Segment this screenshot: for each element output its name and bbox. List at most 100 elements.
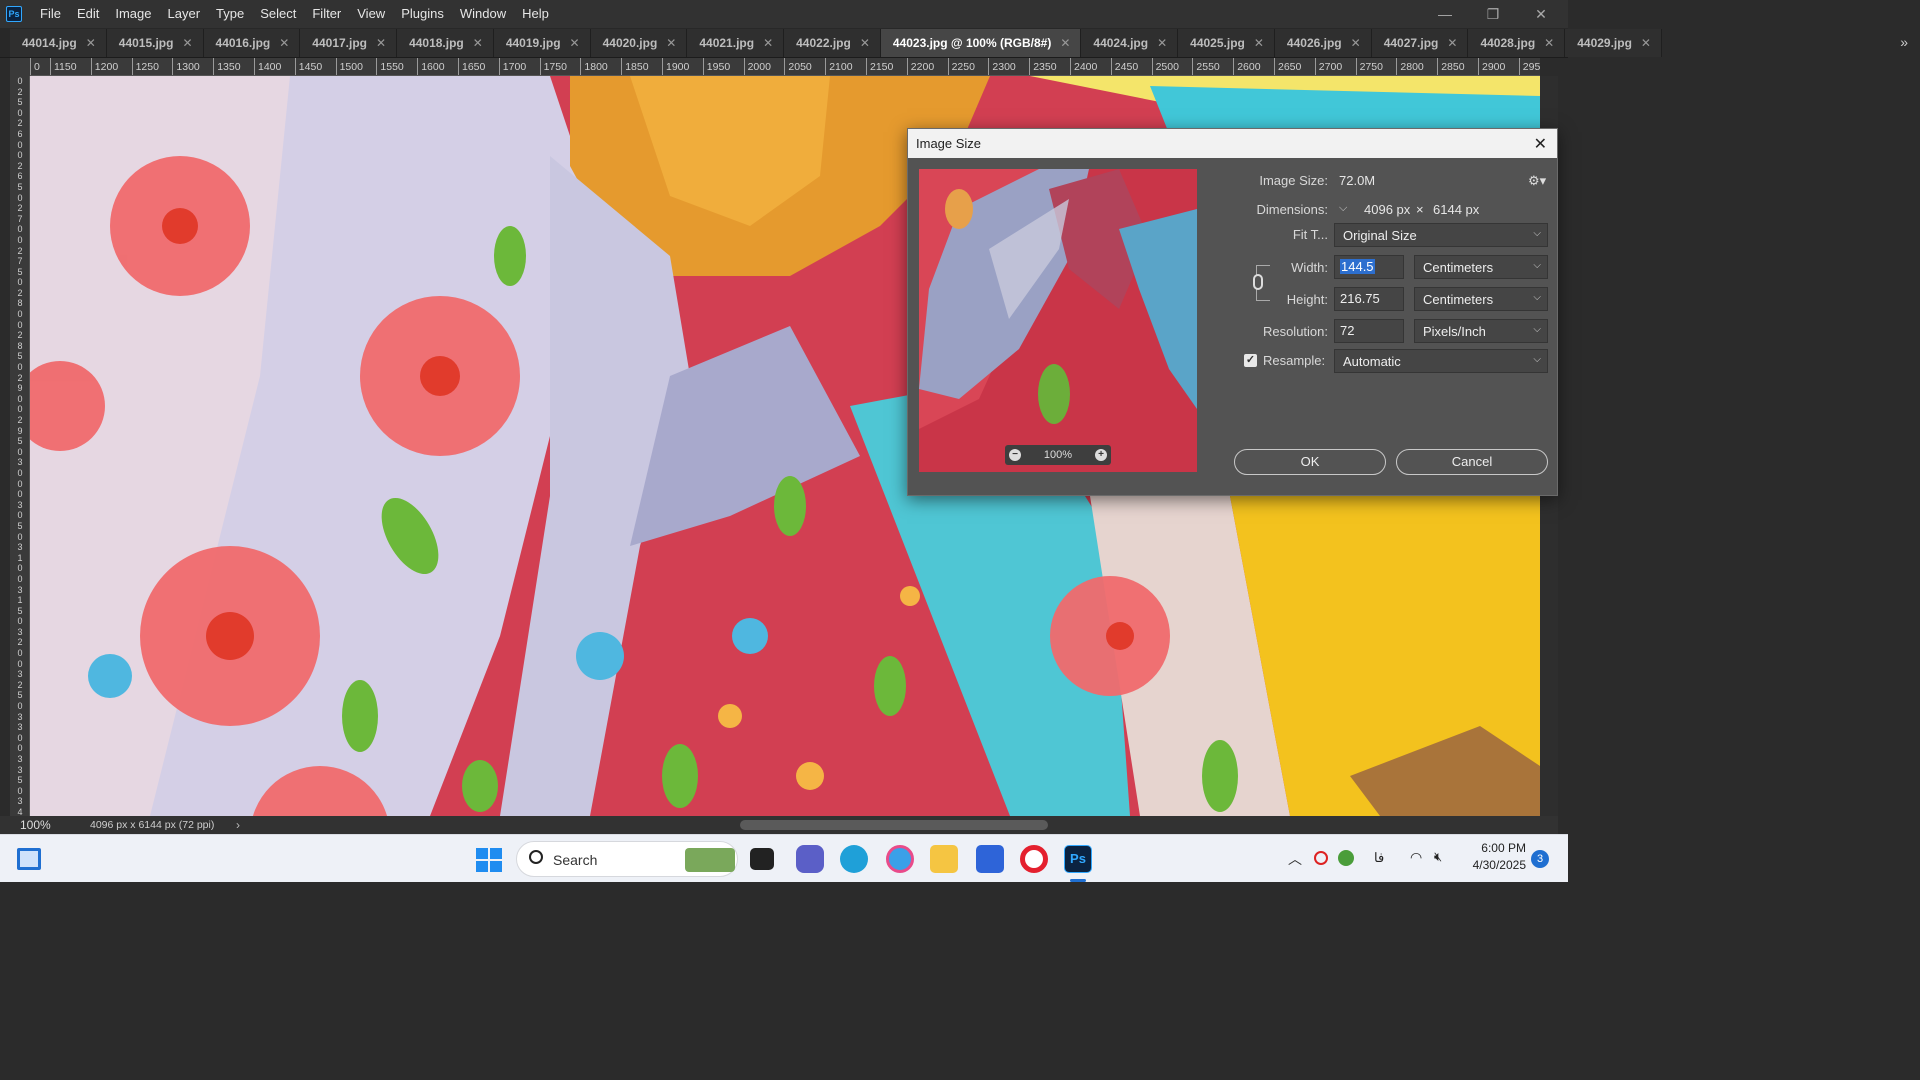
tab-close-icon[interactable]: ✕ [1351,36,1361,50]
clock-time[interactable]: 6:00 PM [1462,841,1526,855]
resolution-input[interactable]: 72 [1334,319,1404,343]
document-tab[interactable]: 44016.jpg ✕ [203,29,301,57]
menu-type[interactable]: Type [208,0,252,28]
tab-close-icon[interactable]: ✕ [376,36,386,50]
task-view-icon[interactable] [750,848,774,870]
minimize-button[interactable]: — [1422,0,1468,28]
document-tab[interactable]: 44014.jpg ✕ [10,29,107,57]
menu-window[interactable]: Window [452,0,514,28]
document-tab[interactable]: 44020.jpg ✕ [590,29,688,57]
document-tab[interactable]: 44018.jpg ✕ [397,29,494,57]
image-preview[interactable]: − 100% + [919,169,1197,472]
document-tab[interactable]: 44023.jpg @ 100% (RGB/8#) ✕ [880,29,1082,57]
opera-icon[interactable] [1020,845,1048,873]
document-tab[interactable]: 44022.jpg ✕ [784,29,881,57]
document-tab[interactable]: 44019.jpg ✕ [493,29,591,57]
menu-edit[interactable]: Edit [69,0,107,28]
preview-zoom-level: 100% [1043,449,1073,461]
document-tab[interactable]: 44027.jpg ✕ [1371,29,1469,57]
resample-checkbox[interactable]: ✓ [1244,354,1257,367]
tab-close-icon[interactable]: ✕ [860,36,870,50]
resample-select[interactable]: Automatic ⌵ [1334,349,1548,373]
file-explorer-icon[interactable] [930,845,958,873]
resolution-unit-select[interactable]: Pixels/Inch ⌵ [1414,319,1548,343]
width-input[interactable]: 144.5 [1334,255,1404,279]
menu-layer[interactable]: Layer [160,0,209,28]
ruler-tick-label: 2450 [1110,58,1138,75]
windows-start-icon[interactable] [476,848,502,872]
resolution-label: Resolution: [1262,324,1328,339]
document-tab[interactable]: 44025.jpg ✕ [1178,29,1275,57]
menu-help[interactable]: Help [514,0,557,28]
clock-date[interactable]: 4/30/2025 [1462,858,1526,872]
tab-close-icon[interactable]: ✕ [570,36,580,50]
tab-label: 44029.jpg [1577,36,1632,50]
volume-muted-icon[interactable]: 🔇︎ [1434,849,1442,865]
tab-close-icon[interactable]: ✕ [1641,36,1651,50]
tab-close-icon[interactable]: ✕ [763,36,773,50]
dimensions-unit-chevron-icon[interactable]: ⌵ [1339,202,1347,215]
menu-view[interactable]: View [349,0,393,28]
document-tab[interactable]: 44021.jpg ✕ [687,29,785,57]
tab-close-icon[interactable]: ✕ [1447,36,1457,50]
ruler-origin[interactable] [10,58,30,76]
tab-close-icon[interactable]: ✕ [1544,36,1554,50]
menu-select[interactable]: Select [252,0,304,28]
fit-to-select[interactable]: Original Size ⌵ [1334,223,1548,247]
widgets-icon[interactable] [17,848,41,870]
ruler-tick-label: 2750 [1355,58,1383,75]
ruler-tick-label: 0 [17,732,23,743]
notification-badge[interactable]: 3 [1531,850,1549,868]
menu-file[interactable]: File [32,0,69,28]
zoom-level[interactable]: 100% [20,818,80,832]
horizontal-scrollbar[interactable] [258,816,1528,834]
tab-close-icon[interactable]: ✕ [1254,36,1264,50]
document-tab[interactable]: 44026.jpg ✕ [1274,29,1372,57]
cancel-button[interactable]: Cancel [1396,449,1548,475]
maximize-button[interactable]: ❐ [1470,0,1516,28]
zoom-out-icon[interactable]: − [1009,449,1021,461]
dialog-titlebar[interactable]: Image Size ✕ [908,129,1557,158]
store-icon[interactable] [976,845,1004,873]
tab-close-icon[interactable]: ✕ [473,36,483,50]
copilot-icon[interactable] [886,845,914,873]
height-unit-select[interactable]: Centimeters ⌵ [1414,287,1548,311]
teams-icon[interactable] [796,845,824,873]
resample-label: Resample: [1263,353,1326,368]
document-tab[interactable]: 44028.jpg ✕ [1468,29,1566,57]
network-globe-icon[interactable] [1338,850,1354,866]
ok-button[interactable]: OK [1234,449,1386,475]
tab-close-icon[interactable]: ✕ [666,36,676,50]
ruler-tick-label: 8 [17,298,23,309]
tab-close-icon[interactable]: ✕ [86,36,96,50]
tab-close-icon[interactable]: ✕ [279,36,289,50]
tab-close-icon[interactable]: ✕ [182,36,192,50]
document-tab[interactable]: 44017.jpg ✕ [300,29,398,57]
tabs-overflow-icon[interactable]: » [1900,34,1908,50]
menu-filter[interactable]: Filter [304,0,349,28]
gear-icon[interactable]: ⚙▾ [1528,173,1546,189]
ruler-tick-label: 2500 [1151,58,1179,75]
search-box[interactable]: Search [516,841,738,877]
document-tab[interactable]: 44024.jpg ✕ [1081,29,1179,57]
close-window-button[interactable]: ✕ [1518,0,1564,28]
horizontal-scroll-thumb[interactable] [740,820,1048,830]
document-tab[interactable]: 44015.jpg ✕ [106,29,204,57]
photoshop-taskbar-icon[interactable]: Ps [1064,845,1092,873]
menu-plugins[interactable]: Plugins [393,0,452,28]
dialog-close-button[interactable]: ✕ [1534,134,1547,154]
tab-close-icon[interactable]: ✕ [1060,36,1070,50]
edge-icon[interactable] [840,845,868,873]
language-indicator[interactable]: فا [1374,850,1384,866]
wifi-icon[interactable]: ◠ [1410,849,1422,866]
status-menu-arrow-icon[interactable]: › [236,818,240,832]
tab-close-icon[interactable]: ✕ [1157,36,1167,50]
height-input[interactable]: 216.75 [1334,287,1404,311]
vpn-icon[interactable] [1314,851,1328,865]
menu-image[interactable]: Image [107,0,159,28]
zoom-in-icon[interactable]: + [1094,449,1107,461]
width-unit-select[interactable]: Centimeters ⌵ [1414,255,1548,279]
link-chain-icon[interactable] [1253,274,1263,290]
chevron-up-icon[interactable]: ︿ [1288,849,1302,869]
document-tab[interactable]: 44029.jpg ✕ [1565,29,1662,57]
